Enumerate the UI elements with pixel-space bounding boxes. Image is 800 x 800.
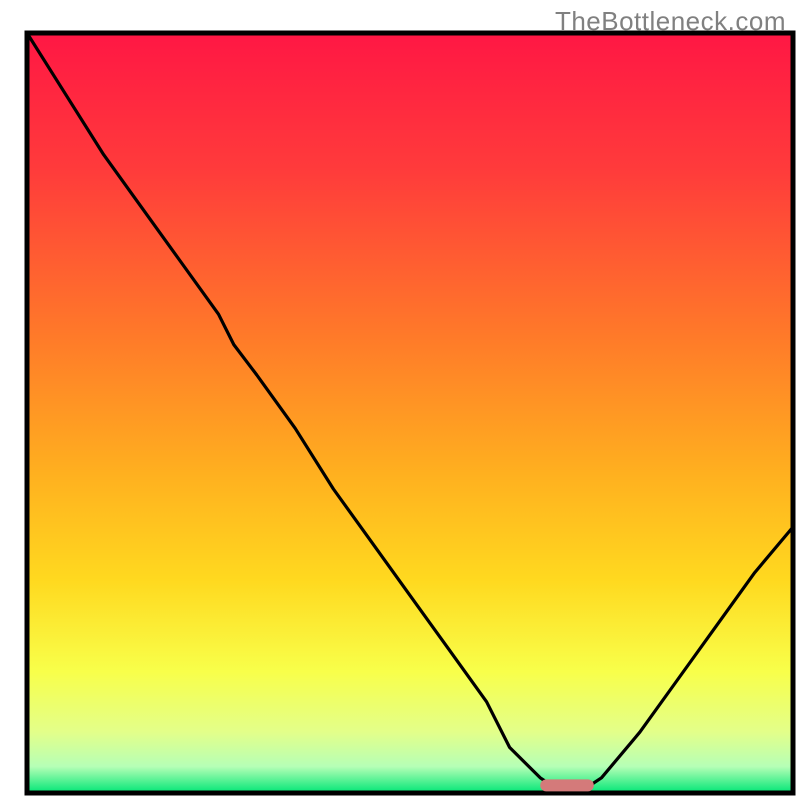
chart-container: TheBottleneck.com [0, 0, 800, 800]
watermark-text: TheBottleneck.com [555, 6, 786, 37]
optimal-range-marker [540, 779, 594, 791]
bottleneck-chart [0, 0, 800, 800]
